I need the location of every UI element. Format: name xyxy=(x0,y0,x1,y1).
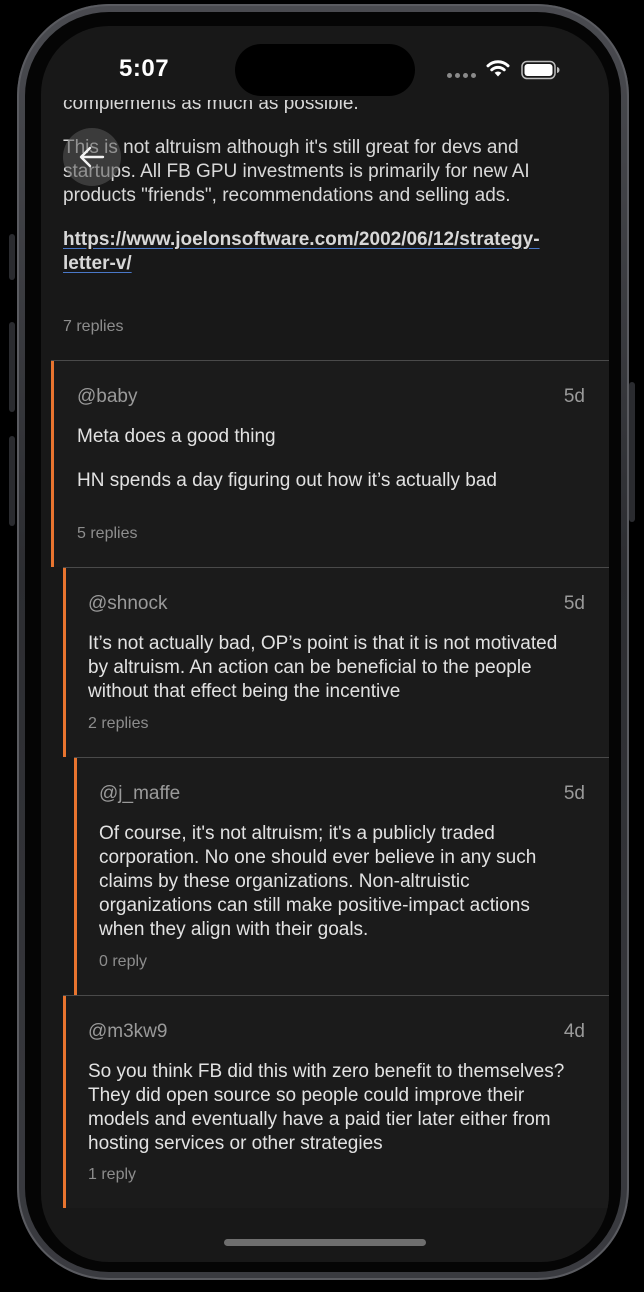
comment-paragraph: Meta does a good thing xyxy=(77,426,276,447)
post-link[interactable]: https://www.joelonsoftware.com/2002/06/1… xyxy=(63,228,540,276)
comment-body: Meta does a good thing HN spends a day f… xyxy=(77,425,587,513)
volume-down-button xyxy=(9,436,15,526)
comment-shnock[interactable]: @shnock 5d It’s not actually bad, OP’s p… xyxy=(63,567,609,757)
comment-username[interactable]: @shnock xyxy=(88,593,168,615)
comment-age: 5d xyxy=(563,783,585,804)
comment-paragraph: So you think FB did this with zero benef… xyxy=(88,1061,565,1154)
comment-replies-count[interactable]: 5 replies xyxy=(77,525,137,543)
comment-username[interactable]: @j_maffe xyxy=(99,783,180,805)
comment-body: So you think FB did this with zero benef… xyxy=(88,1060,578,1176)
dynamic-island xyxy=(235,44,415,96)
post-body: complements as much as possible. This is… xyxy=(63,100,583,276)
signal-dots-icon xyxy=(447,73,476,78)
comment-username[interactable]: @m3kw9 xyxy=(88,1021,167,1043)
comment-baby[interactable]: @baby 5d Meta does a good thing HN spend… xyxy=(51,360,609,567)
comment-paragraph: It’s not actually bad, OP’s point is tha… xyxy=(88,633,558,702)
thread-bar xyxy=(51,361,54,567)
comment-body: It’s not actually bad, OP’s point is tha… xyxy=(88,632,578,724)
comment-replies-count[interactable]: 1 reply xyxy=(88,1166,136,1184)
comment-paragraph: HN spends a day figuring out how it’s ac… xyxy=(77,470,498,491)
status-bar: 5:07 xyxy=(41,26,609,116)
action-button xyxy=(9,234,15,280)
wifi-icon xyxy=(486,60,510,77)
post-replies-count[interactable]: 7 replies xyxy=(63,318,123,336)
thread-bar xyxy=(63,568,66,757)
home-indicator[interactable] xyxy=(224,1239,426,1246)
battery-icon xyxy=(521,60,560,80)
comment-replies-count[interactable]: 0 reply xyxy=(99,953,147,971)
thread-bar xyxy=(63,996,66,1208)
comment-replies-count[interactable]: 2 replies xyxy=(88,715,148,733)
post-paragraph: This is not altruism although it's still… xyxy=(63,137,530,206)
back-button[interactable] xyxy=(63,128,121,186)
comment-paragraph: Of course, it's not altruism; it's a pub… xyxy=(99,823,537,940)
comment-body: Of course, it's not altruism; it's a pub… xyxy=(99,822,579,962)
thread-bar xyxy=(74,758,77,995)
clock: 5:07 xyxy=(119,55,170,82)
comment-age: 5d xyxy=(563,386,585,407)
screen: complements as much as possible. This is… xyxy=(41,26,609,1262)
volume-up-button xyxy=(9,322,15,412)
comment-age: 4d xyxy=(563,1021,585,1042)
comment-m3kw9[interactable]: @m3kw9 4d So you think FB did this with … xyxy=(63,995,609,1208)
thread-view[interactable]: complements as much as possible. This is… xyxy=(41,26,609,1262)
power-button xyxy=(629,382,635,522)
comment-j-maffe[interactable]: @j_maffe 5d Of course, it's not altruism… xyxy=(74,757,609,995)
comment-age: 5d xyxy=(563,593,585,614)
comment-username[interactable]: @baby xyxy=(77,386,138,408)
arrow-left-icon xyxy=(79,146,105,168)
